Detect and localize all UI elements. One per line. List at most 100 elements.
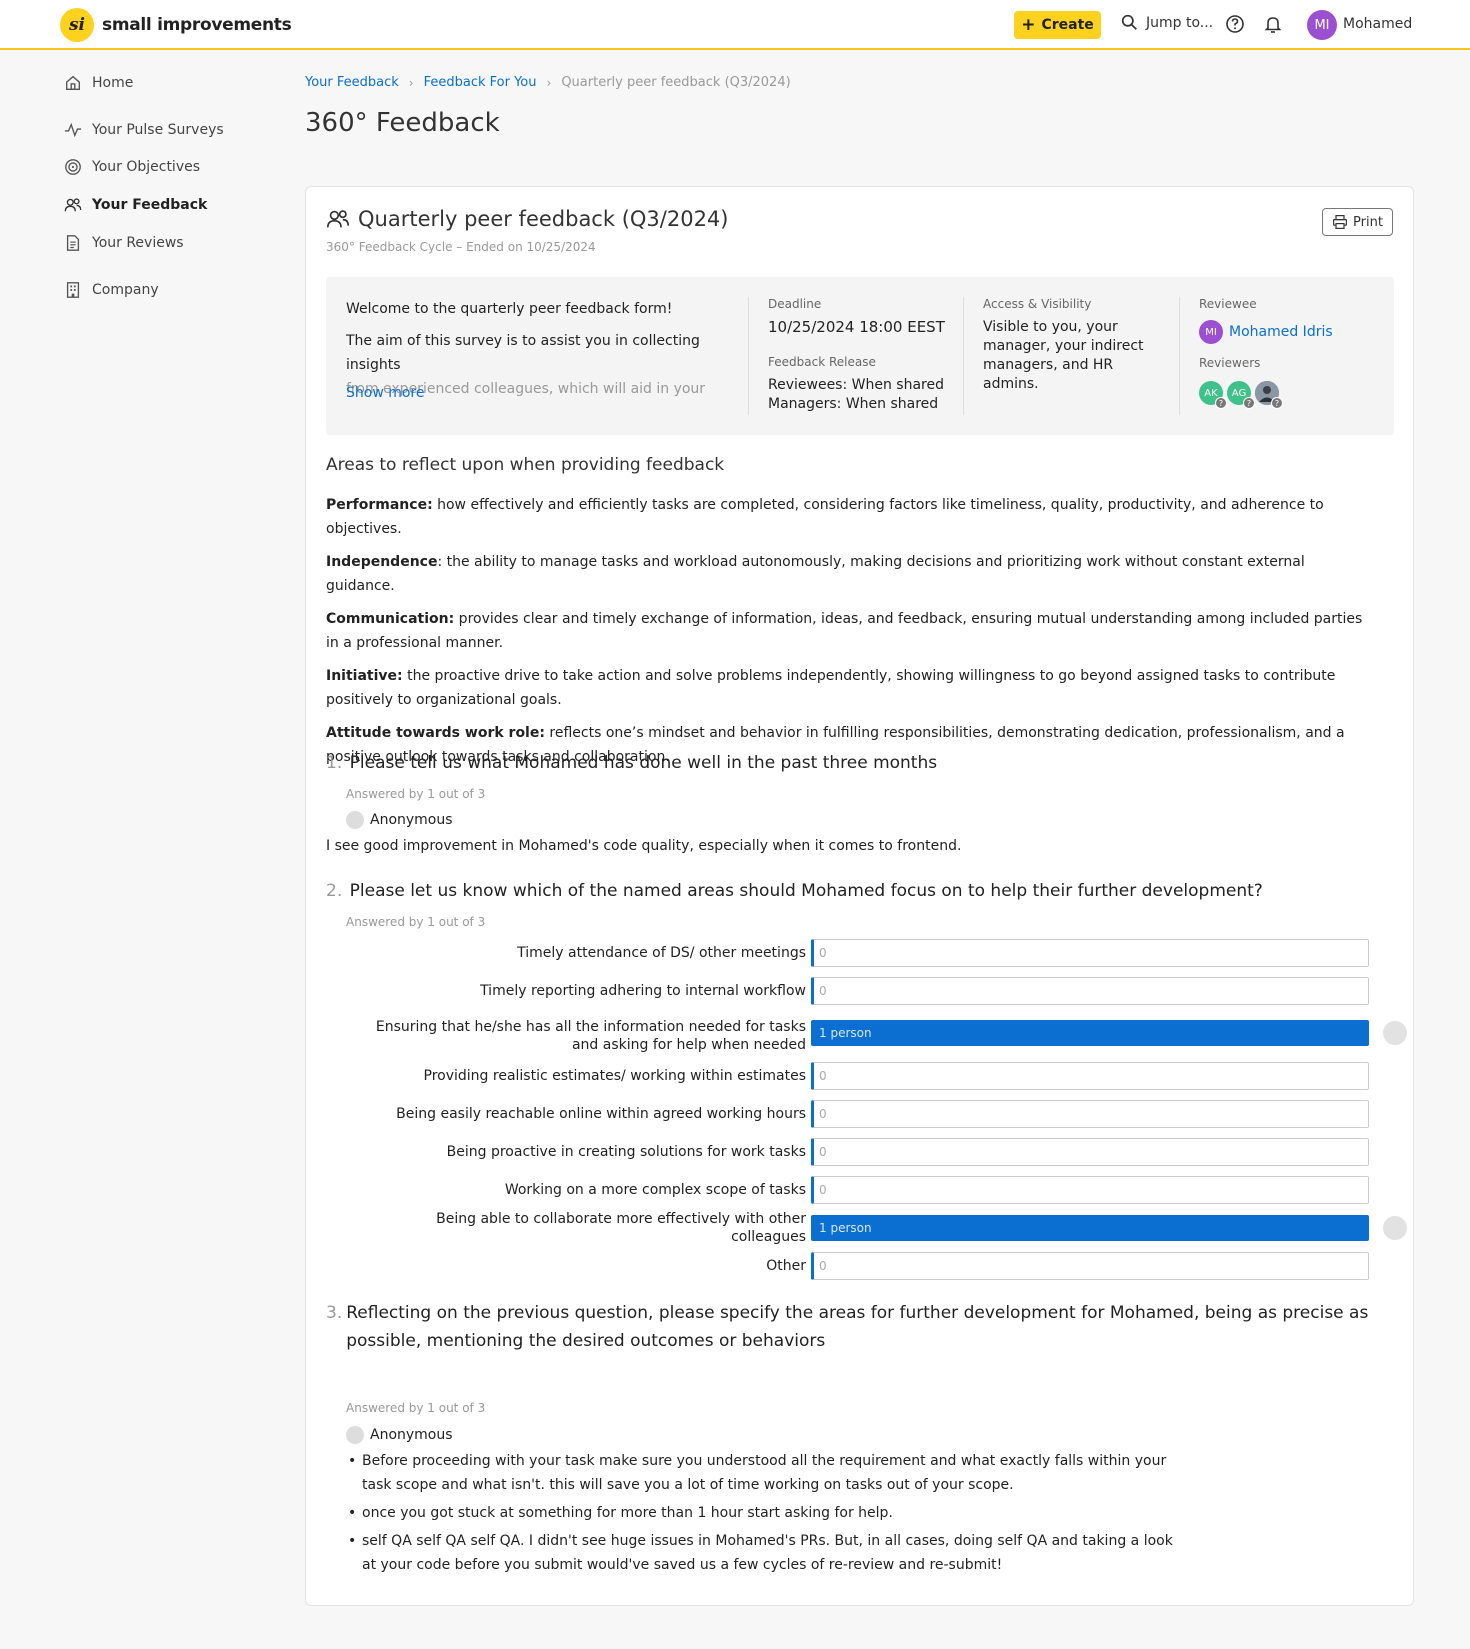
question-text: Please tell us what Mohamed has done wel… bbox=[349, 753, 938, 773]
area-text: provides clear and timely exchange of in… bbox=[326, 611, 1363, 651]
deadline-label: Deadline bbox=[768, 297, 822, 311]
user-name[interactable]: Mohamed bbox=[1343, 16, 1412, 32]
people-icon bbox=[326, 210, 350, 228]
question-number: 1. bbox=[326, 753, 343, 773]
intro-line: Welcome to the quarterly peer feedback f… bbox=[346, 301, 673, 317]
user-avatar[interactable]: MI bbox=[1307, 10, 1337, 40]
jump-label: Jump to... bbox=[1146, 14, 1214, 31]
option-label: Timely attendance of DS/ other meetings bbox=[517, 945, 806, 961]
sidebar-item-label: Company bbox=[92, 282, 159, 298]
sidebar-item-company[interactable]: Company bbox=[64, 281, 159, 299]
show-more-link[interactable]: Show more bbox=[346, 385, 425, 401]
option-label: Providing realistic estimates/ working w… bbox=[423, 1068, 806, 1084]
option-row: Being easily reachable online within agr… bbox=[326, 1099, 1386, 1129]
logo[interactable]: si small improvements bbox=[60, 8, 292, 42]
option-row: Providing realistic estimates/ working w… bbox=[326, 1061, 1386, 1091]
sidebar-item-label: Home bbox=[92, 75, 134, 91]
answered-count: Answered by 1 out of 3 bbox=[346, 915, 486, 929]
breadcrumb-current: Quarterly peer feedback (Q3/2024) bbox=[561, 75, 791, 90]
divider bbox=[963, 297, 964, 415]
page-title: 360° Feedback bbox=[305, 108, 500, 138]
option-bar: 0 bbox=[811, 939, 1369, 967]
option-bar: 0 bbox=[811, 1252, 1369, 1280]
breadcrumb: Your Feedback › Feedback For You › Quart… bbox=[305, 75, 791, 90]
reviewee-label: Reviewee bbox=[1199, 297, 1257, 311]
chevron-right-icon: › bbox=[408, 75, 414, 90]
area-item: Performance: how effectively and efficie… bbox=[326, 493, 1366, 541]
card-subtitle: 360° Feedback Cycle – Ended on 10/25/202… bbox=[326, 240, 596, 254]
area-item: Independence: the ability to manage task… bbox=[326, 550, 1366, 598]
question-number: 2. bbox=[326, 881, 343, 901]
print-button[interactable]: Print bbox=[1322, 208, 1393, 236]
area-text: the proactive drive to take action and s… bbox=[326, 668, 1336, 708]
anonymous-avatar bbox=[346, 1426, 364, 1444]
option-label: Being proactive in creating solutions fo… bbox=[446, 1144, 806, 1160]
area-text: how effectively and efficiently tasks ar… bbox=[326, 497, 1324, 537]
release-managers: Managers: When shared bbox=[768, 396, 939, 412]
document-icon bbox=[66, 235, 80, 251]
question-number: 3. bbox=[326, 1303, 343, 1323]
author-name: Anonymous bbox=[370, 1427, 453, 1443]
sidebar-item-label: Your Feedback bbox=[92, 197, 208, 213]
sidebar-item-feedback[interactable]: Your Feedback bbox=[64, 196, 207, 214]
reviewee-section: Reviewee MI Mohamed Idris Reviewers AK? … bbox=[1199, 295, 1379, 409]
reviewee-name[interactable]: Mohamed Idris bbox=[1229, 323, 1333, 342]
reviewer-avatar-photo[interactable]: ? bbox=[1255, 381, 1283, 409]
card-title: Quarterly peer feedback (Q3/2024) bbox=[358, 207, 729, 231]
reviewee[interactable]: MI Mohamed Idris bbox=[1199, 320, 1379, 344]
divider bbox=[1179, 297, 1180, 415]
answer-bullets: Before proceeding with your task make su… bbox=[346, 1449, 1176, 1581]
question-1: 1. Please tell us what Mohamed has done … bbox=[326, 749, 937, 777]
home-icon bbox=[66, 75, 80, 90]
feedback-card: Quarterly peer feedback (Q3/2024) 360° F… bbox=[305, 186, 1414, 1606]
area-item: Communication: provides clear and timely… bbox=[326, 607, 1366, 655]
logo-mark: si bbox=[60, 8, 94, 42]
option-row: Ensuring that he/she has all the informa… bbox=[326, 1012, 1407, 1060]
answered-count: Answered by 1 out of 3 bbox=[346, 1401, 486, 1415]
chevron-right-icon: › bbox=[546, 75, 552, 90]
reviewer-avatar[interactable]: AK? bbox=[1199, 381, 1227, 409]
area-term: Initiative: bbox=[326, 668, 403, 684]
list-item: once you got stuck at something for more… bbox=[346, 1501, 1176, 1525]
area-text: : the ability to manage tasks and worklo… bbox=[326, 554, 1305, 594]
respondent-avatar[interactable] bbox=[1383, 1021, 1407, 1045]
option-bar: 0 bbox=[811, 1062, 1369, 1090]
respondent-avatar[interactable] bbox=[1383, 1216, 1407, 1240]
reviewer-avatar[interactable]: AG? bbox=[1227, 381, 1255, 409]
option-label: Ensuring that he/she has all the informa… bbox=[375, 1019, 806, 1053]
option-bar: 0 bbox=[811, 1100, 1369, 1128]
answer-author: Anonymous bbox=[346, 811, 453, 829]
option-label: Working on a more complex scope of tasks bbox=[504, 1182, 806, 1198]
avatar: MI bbox=[1199, 320, 1223, 344]
option-row: Timely reporting adhering to internal wo… bbox=[326, 976, 1386, 1006]
release-label: Feedback Release bbox=[768, 355, 876, 369]
release-reviewees: Reviewees: When shared bbox=[768, 377, 944, 393]
anonymous-avatar bbox=[346, 811, 364, 829]
option-bar: 0 bbox=[811, 977, 1369, 1005]
sidebar-item-label: Your Reviews bbox=[92, 235, 184, 251]
question-3: 3. Reflecting on the previous question, p… bbox=[326, 1299, 1376, 1355]
sidebar-item-reviews[interactable]: Your Reviews bbox=[64, 234, 184, 252]
bell-icon[interactable] bbox=[1263, 14, 1283, 34]
reviewers-list: AK? AG? ? bbox=[1199, 381, 1379, 409]
answered-count: Answered by 1 out of 3 bbox=[346, 787, 486, 801]
breadcrumb-feedback-for-you[interactable]: Feedback For You bbox=[424, 75, 537, 90]
sidebar-item-pulse-surveys[interactable]: Your Pulse Surveys bbox=[64, 121, 224, 139]
pulse-icon bbox=[64, 122, 82, 138]
option-row: Timely attendance of DS/ other meetings 0 bbox=[326, 938, 1386, 968]
option-row: Being able to collaborate more effective… bbox=[326, 1211, 1407, 1245]
option-label: Being able to collaborate more effective… bbox=[436, 1211, 806, 1245]
breadcrumb-your-feedback[interactable]: Your Feedback bbox=[305, 75, 399, 90]
help-icon[interactable] bbox=[1225, 14, 1245, 34]
sidebar-item-home[interactable]: Home bbox=[64, 74, 133, 92]
target-icon bbox=[65, 159, 81, 175]
question-badge-icon: ? bbox=[1243, 397, 1255, 409]
jump-to-search[interactable]: Jump to... bbox=[1121, 14, 1213, 31]
logo-text: small improvements bbox=[102, 15, 292, 35]
sidebar-item-objectives[interactable]: Your Objectives bbox=[64, 158, 200, 176]
option-label: Other bbox=[766, 1258, 806, 1274]
author-name: Anonymous bbox=[370, 812, 453, 828]
create-button[interactable]: + Create bbox=[1014, 11, 1101, 39]
question-badge-icon: ? bbox=[1271, 397, 1283, 409]
reviewers-label: Reviewers bbox=[1199, 356, 1261, 370]
